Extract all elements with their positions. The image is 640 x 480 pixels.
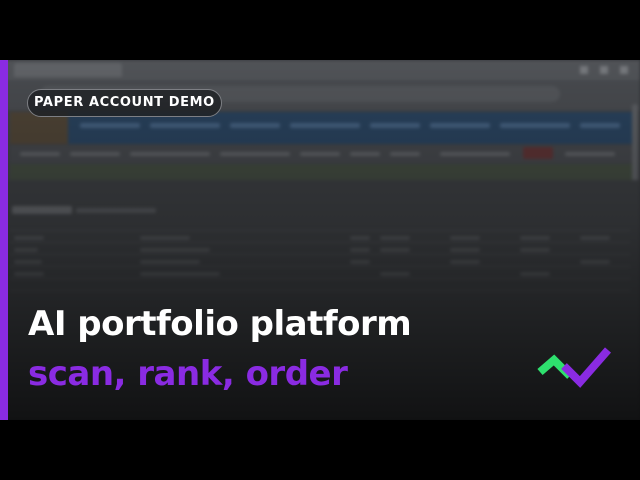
paper-account-badge: PAPER ACCOUNT DEMO xyxy=(27,89,222,117)
checkmark-trend-logo-icon xyxy=(537,347,612,388)
accent-bar xyxy=(0,60,8,420)
headline-title: AI portfolio platform xyxy=(28,304,412,344)
headline-subtitle: scan, rank, order xyxy=(28,354,348,394)
video-frame: PAPER ACCOUNT DEMO AI portfolio platform… xyxy=(0,60,640,420)
